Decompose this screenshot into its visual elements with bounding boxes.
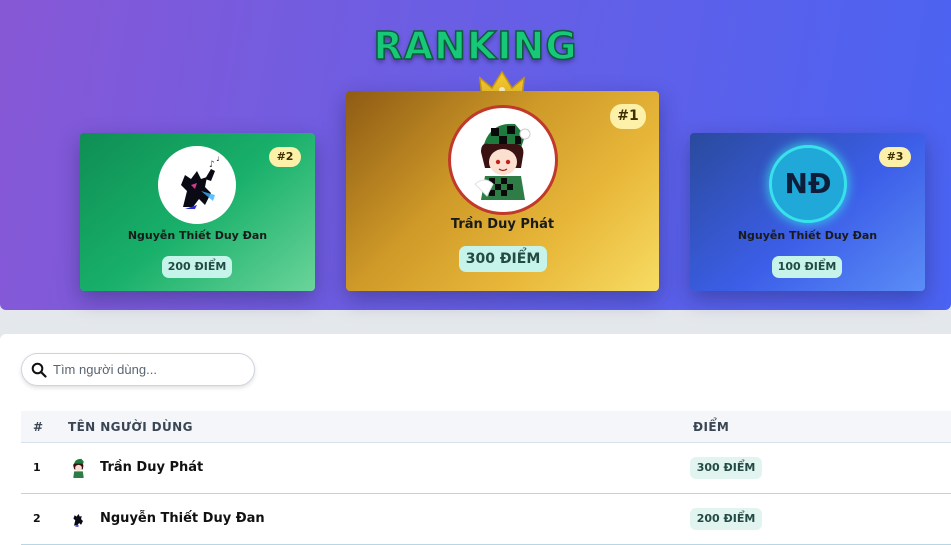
- user-name: Nguyễn Thiết Duy Đan: [737, 229, 878, 242]
- score-badge: 300 ĐIỂM: [459, 246, 547, 272]
- header-points: ĐIỂM: [693, 420, 730, 434]
- row-rank: 2: [33, 512, 41, 525]
- row-points: 300 ĐIỂM: [690, 457, 762, 479]
- table-header: # TÊN NGƯỜI DÙNG ĐIỂM: [21, 411, 951, 443]
- podium-card-first[interactable]: #1 Trần Duy Phát 300 ĐIỂM: [346, 91, 659, 291]
- row-user-name: Trần Duy Phát: [100, 460, 204, 475]
- header-user: TÊN NGƯỜI DÙNG: [68, 420, 193, 434]
- podium-card-third[interactable]: NĐ #3 Nguyễn Thiết Duy Đan 100 ĐIỂM: [690, 133, 925, 291]
- ranking-page: RANKING ♪ ♪ #2 Nguyễn Thiết Duy Đan 200 …: [0, 0, 951, 545]
- user-name: Trần Duy Phát: [450, 217, 555, 232]
- rank-badge: #3: [879, 147, 911, 167]
- score-badge: 100 ĐIỂM: [772, 256, 842, 278]
- rank-badge: #1: [610, 104, 646, 129]
- score-badge: 200 ĐIỂM: [162, 256, 232, 278]
- table-row[interactable]: 2 Nguyễn Thiết Duy Đan 200 ĐIỂM: [21, 494, 951, 545]
- row-rank: 1: [33, 461, 41, 474]
- search-icon: [31, 362, 47, 378]
- search-box[interactable]: [21, 353, 255, 386]
- black-cat-avatar-icon: ♪ ♪: [158, 146, 236, 224]
- leaderboard-panel: # TÊN NGƯỜI DÙNG ĐIỂM 1 Trần Duy Phát 30…: [0, 334, 951, 545]
- page-title: RANKING: [373, 23, 578, 69]
- row-points: 200 ĐIỂM: [690, 508, 762, 530]
- search-input[interactable]: [53, 354, 248, 385]
- header-rank: #: [33, 420, 44, 434]
- hero-banner: RANKING ♪ ♪ #2 Nguyễn Thiết Duy Đan 200 …: [0, 0, 951, 310]
- table-row[interactable]: 1 Trần Duy Phát 300 ĐIỂM: [21, 443, 951, 494]
- anime-boy-avatar-icon: [67, 456, 90, 479]
- black-cat-avatar-icon: [67, 507, 90, 530]
- row-user-name: Nguyễn Thiết Duy Đan: [100, 511, 265, 526]
- podium-card-second[interactable]: ♪ ♪ #2 Nguyễn Thiết Duy Đan 200 ĐIỂM: [80, 133, 315, 291]
- user-name: Nguyễn Thiết Duy Đan: [127, 229, 268, 242]
- initials-avatar: NĐ: [769, 145, 847, 223]
- anime-boy-avatar-icon: [451, 108, 555, 212]
- svg-text:♪: ♪: [216, 154, 221, 163]
- rank-badge: #2: [269, 147, 301, 167]
- svg-text:♪: ♪: [209, 160, 215, 170]
